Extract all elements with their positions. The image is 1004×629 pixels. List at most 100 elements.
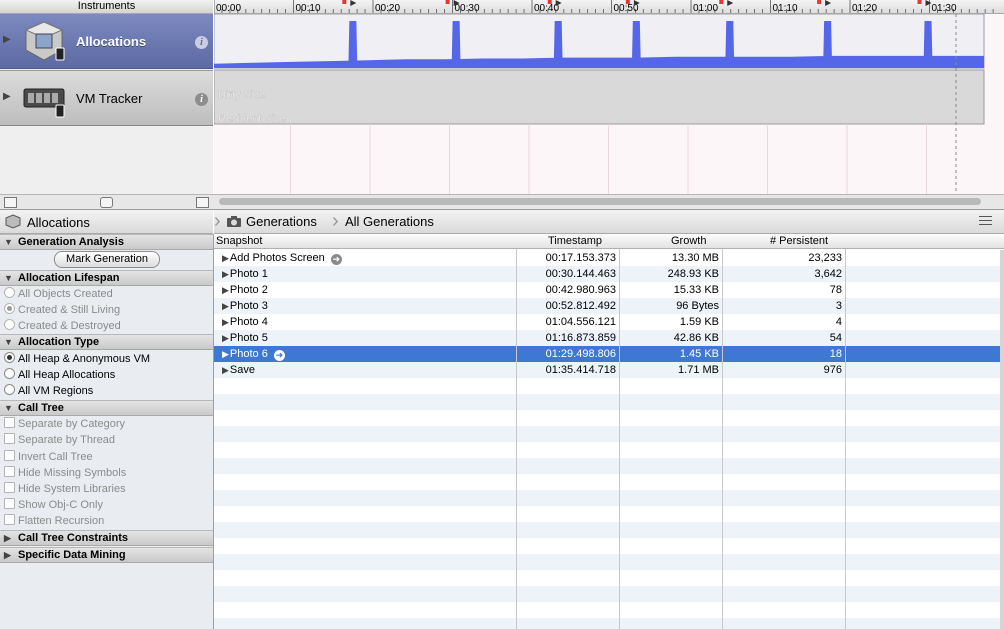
disclosure-triangle-icon[interactable]: ▶ [222, 301, 229, 311]
breadcrumb-all-generations[interactable]: All Generations [345, 214, 434, 229]
disclosure-triangle-icon[interactable]: ▶ [222, 285, 229, 295]
allocations-small-icon [5, 214, 21, 229]
radio-icon[interactable] [4, 368, 15, 379]
info-icon[interactable]: i [195, 93, 208, 106]
radio-icon[interactable] [4, 384, 15, 395]
ruler-tick-label: 01:00 [693, 3, 718, 13]
option-label: Show Obj-C Only [18, 499, 103, 511]
calltree-separate-category[interactable]: Separate by Category [4, 416, 125, 432]
radio-icon[interactable] [4, 287, 15, 298]
checkbox-icon[interactable] [4, 433, 15, 444]
breadcrumb-separator-icon: › [332, 210, 339, 232]
calltree-objc-only[interactable]: Show Obj-C Only [4, 497, 103, 513]
empty-table-row [214, 394, 1000, 410]
hamburger-menu-icon[interactable] [979, 216, 992, 228]
lifespan-option-destroyed[interactable]: Created & Destroyed [4, 318, 121, 334]
disclosure-triangle-icon[interactable]: ▶ [222, 365, 229, 375]
graph-style-icon[interactable] [4, 197, 17, 208]
lifespan-option-all-objects[interactable]: All Objects Created [4, 286, 113, 302]
checkbox-icon[interactable] [4, 450, 15, 461]
calltree-invert[interactable]: Invert Call Tree [4, 449, 93, 465]
disclosure-triangle-icon[interactable]: ▶ [222, 253, 229, 263]
section-call-tree[interactable]: ▼ Call Tree [0, 400, 213, 416]
ruler-tick-label: 01:20 [852, 3, 877, 13]
instrument-track-list: ▶ Allocations i ▶ VM Tracker i [0, 14, 213, 194]
growth-cell: 96 Bytes [676, 300, 719, 312]
section-generation-analysis[interactable]: ▼ Generation Analysis [0, 234, 213, 250]
zoom-icon[interactable] [100, 197, 113, 208]
empty-table-row [214, 474, 1000, 490]
column-header-timestamp[interactable]: Timestamp [548, 234, 602, 248]
checkbox-icon[interactable] [4, 482, 15, 493]
column-header-persistent[interactable]: # Persistent [770, 234, 828, 248]
table-row[interactable]: ▶Photo 4 01:04.556.121 1.59 KB 4 [214, 314, 1000, 330]
radio-icon[interactable] [4, 319, 15, 330]
timeline-scrollbar[interactable] [219, 198, 981, 205]
option-label: All Heap & Anonymous VM [18, 353, 151, 365]
info-icon[interactable]: i [195, 36, 208, 49]
disclosure-triangle-icon[interactable]: ▶ [222, 349, 229, 359]
table-row[interactable]: ▶Photo 2 00:42.980.963 15.33 KB 78 [214, 282, 1000, 298]
go-arrow-icon[interactable]: ➜ [273, 350, 285, 361]
generation-marker [917, 0, 922, 4]
lifespan-option-still-living[interactable]: Created & Still Living [4, 302, 120, 318]
table-row[interactable]: ▶Photo 1 00:30.144.463 248.93 KB 3,642 [214, 266, 1000, 282]
type-option-heap[interactable]: All Heap Allocations [4, 367, 115, 383]
checkbox-icon[interactable] [4, 466, 15, 477]
snapshot-name: Add Photos Screen [229, 252, 325, 264]
calltree-hide-system[interactable]: Hide System Libraries [4, 481, 126, 497]
track-allocations[interactable]: ▶ Allocations i [0, 14, 213, 69]
type-option-vm-regions[interactable]: All VM Regions [4, 383, 93, 399]
section-title: Generation Analysis [18, 236, 124, 248]
disclosure-down-icon[interactable]: ▼ [4, 401, 13, 415]
section-allocation-type[interactable]: ▼ Allocation Type [0, 334, 213, 350]
calltree-separate-thread[interactable]: Separate by Thread [4, 432, 115, 448]
disclosure-right-icon[interactable]: ▶ [4, 531, 11, 545]
disclosure-down-icon[interactable]: ▼ [4, 235, 13, 249]
persistent-cell: 3,642 [814, 268, 842, 280]
radio-icon[interactable] [4, 303, 15, 314]
growth-cell: 13.30 MB [671, 252, 719, 264]
section-title: Specific Data Mining [18, 549, 126, 561]
disclosure-triangle-icon[interactable]: ▶ [222, 269, 229, 279]
mark-generation-button[interactable]: Mark Generation [54, 251, 160, 268]
table-row[interactable]: ▶Photo 3 00:52.812.492 96 Bytes 3 [214, 298, 1000, 314]
time-ruler[interactable]: 00:00 00:10 00:20 00:30 00:40 00:50 01:00 01:10… [214, 0, 1004, 14]
table-row[interactable]: ▶Save 01:35.414.718 1.71 MB 976 [214, 362, 1000, 378]
option-label: Hide Missing Symbols [18, 467, 127, 479]
disclosure-triangle-icon[interactable]: ▶ [3, 91, 11, 102]
table-row[interactable]: ▶Photo 6 ➜ 01:29.498.806 1.45 KB 18 [214, 346, 1000, 362]
timestamp-cell: 00:17.153.373 [545, 252, 616, 264]
table-scrollbar[interactable] [1000, 250, 1004, 629]
section-call-tree-constraints[interactable]: ▶ Call Tree Constraints [0, 530, 213, 546]
disclosure-triangle-icon[interactable]: ▶ [222, 333, 229, 343]
section-allocation-lifespan[interactable]: ▼ Allocation Lifespan [0, 270, 213, 286]
disclosure-right-icon[interactable]: ▶ [4, 548, 11, 562]
breadcrumb-generations[interactable]: Generations [246, 214, 317, 229]
section-specific-data-mining[interactable]: ▶ Specific Data Mining [0, 547, 213, 563]
calltree-hide-missing[interactable]: Hide Missing Symbols [4, 465, 126, 481]
table-row[interactable]: ▶Photo 5 01:16.873.859 42.86 KB 54 [214, 330, 1000, 346]
empty-table-row [214, 538, 1000, 554]
go-arrow-icon[interactable]: ➜ [330, 254, 342, 265]
checkbox-icon[interactable] [4, 514, 15, 525]
track-size-icon[interactable] [196, 197, 209, 208]
option-label: Separate by Category [18, 418, 126, 430]
disclosure-triangle-icon[interactable]: ▶ [3, 34, 11, 45]
table-row[interactable]: ▶Add Photos Screen ➜ 00:17.153.373 13.30 MB… [214, 250, 1000, 266]
disclosure-triangle-icon[interactable]: ▶ [222, 317, 229, 327]
growth-cell: 42.86 KB [673, 332, 719, 344]
radio-icon[interactable] [4, 352, 15, 363]
column-header-snapshot[interactable]: Snapshot [216, 234, 262, 248]
disclosure-down-icon[interactable]: ▼ [4, 271, 13, 285]
disclosure-down-icon[interactable]: ▼ [4, 335, 13, 349]
checkbox-icon[interactable] [4, 417, 15, 428]
checkbox-icon[interactable] [4, 498, 15, 509]
timeline-graph-area[interactable]: Dirty Size Resident Size [214, 14, 1004, 194]
track-vm-tracker[interactable]: ▶ VM Tracker i [0, 70, 213, 126]
column-header-growth[interactable]: Growth [671, 234, 706, 248]
empty-table-row [214, 570, 1000, 586]
snapshot-name: Photo 6 [229, 348, 268, 360]
calltree-flatten[interactable]: Flatten Recursion [4, 513, 104, 529]
type-option-heap-vm[interactable]: All Heap & Anonymous VM [4, 351, 150, 367]
